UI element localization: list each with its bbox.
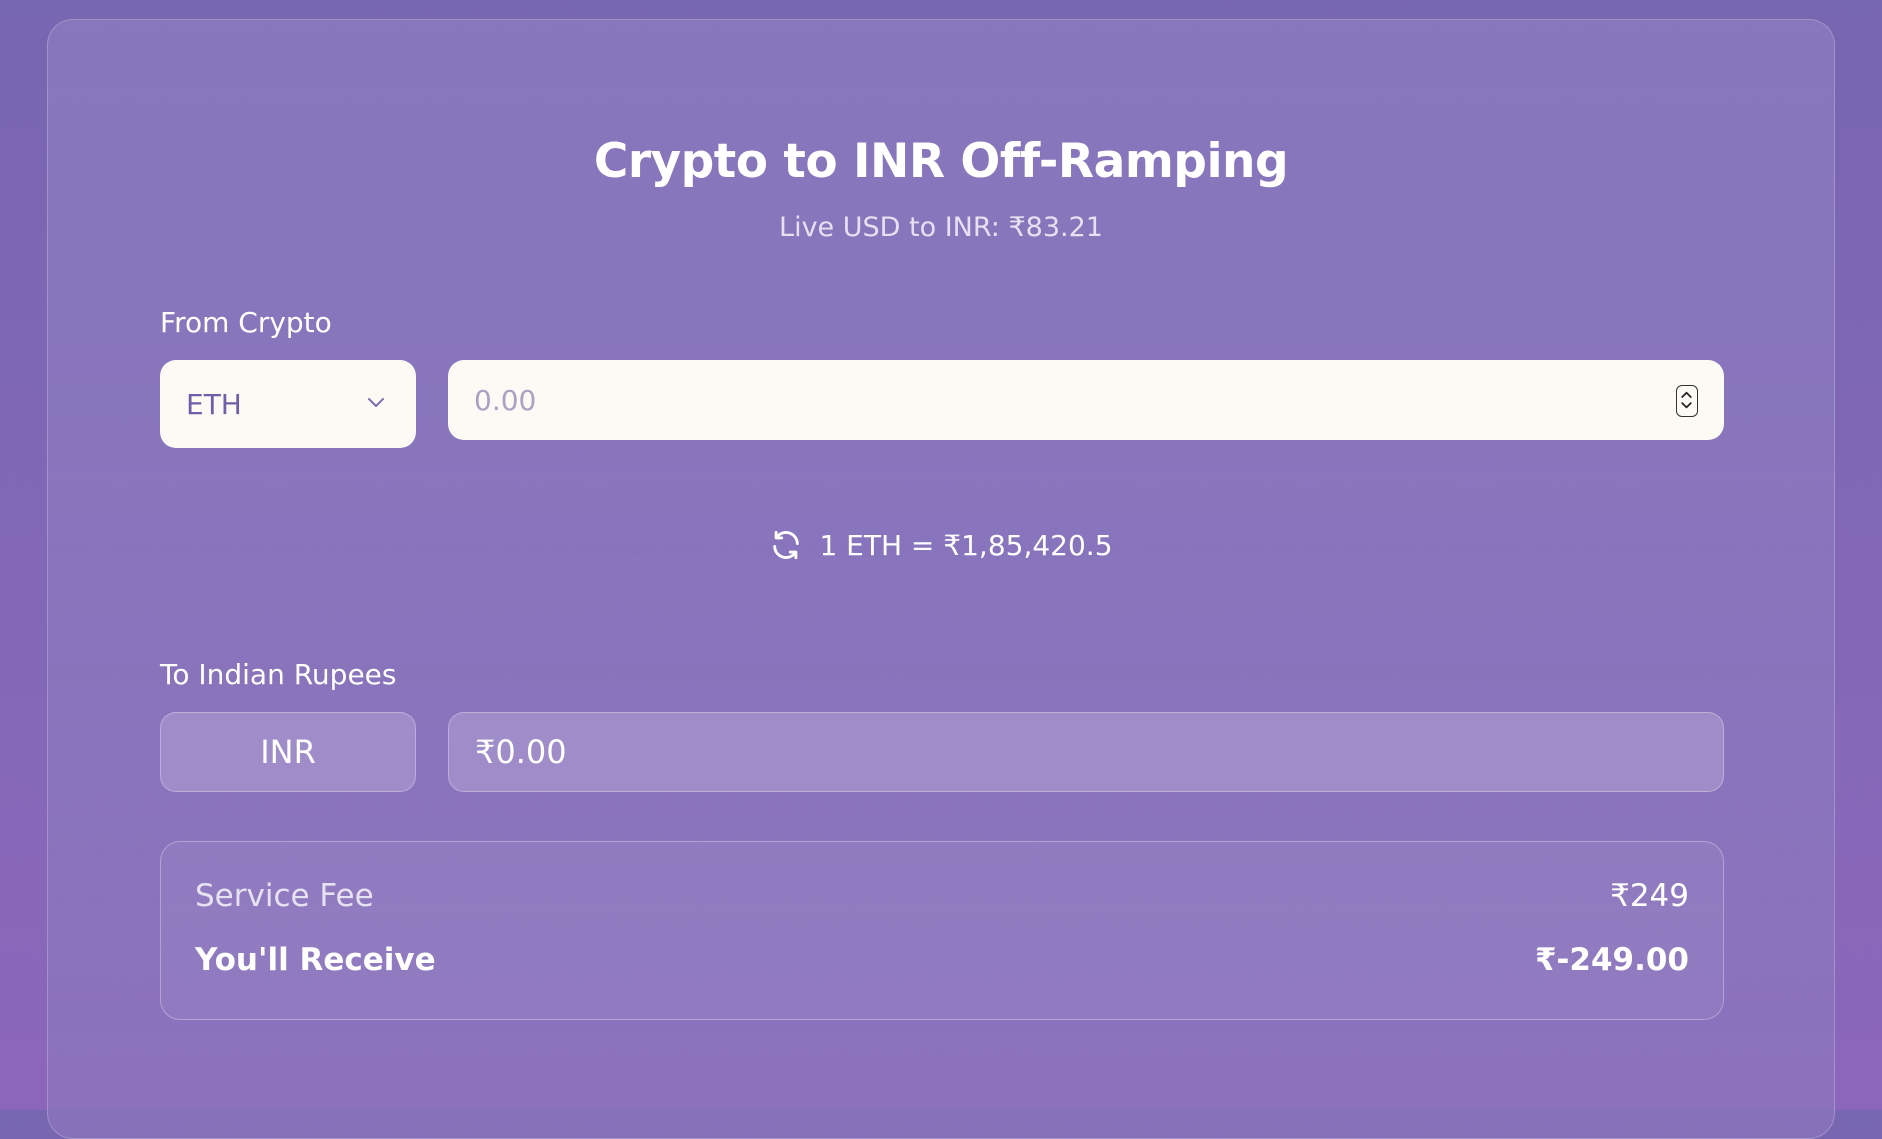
refresh-icon[interactable] xyxy=(769,528,803,562)
page-title: Crypto to INR Off-Ramping xyxy=(593,134,1289,189)
inr-currency-box: INR xyxy=(160,712,416,792)
crypto-select[interactable]: ETH xyxy=(160,360,416,448)
service-fee-row: Service Fee ₹249 xyxy=(195,878,1689,914)
receive-label: You'll Receive xyxy=(195,942,436,978)
chevron-down-icon xyxy=(368,398,384,407)
from-crypto-label: From Crypto xyxy=(160,306,332,339)
service-fee-value: ₹249 xyxy=(1610,878,1689,914)
receive-value: ₹-249.00 xyxy=(1534,942,1689,978)
receive-row: You'll Receive ₹-249.00 xyxy=(195,942,1689,978)
inr-amount-output: ₹0.00 xyxy=(448,712,1724,792)
number-stepper[interactable] xyxy=(1676,385,1698,417)
conversion-rate-text: 1 ETH = ₹1,85,420.5 xyxy=(819,528,1113,562)
fee-summary: Service Fee ₹249 You'll Receive ₹-249.00 xyxy=(160,841,1724,1020)
crypto-amount-placeholder: 0.00 xyxy=(474,383,537,417)
stepper-arrows-icon xyxy=(1681,391,1692,409)
inr-amount-value: ₹0.00 xyxy=(475,733,567,771)
inr-currency-label: INR xyxy=(260,733,316,771)
to-inr-label: To Indian Rupees xyxy=(160,658,397,691)
crypto-select-value: ETH xyxy=(186,387,242,421)
live-rate-text: Live USD to INR: ₹83.21 xyxy=(779,212,1103,243)
service-fee-label: Service Fee xyxy=(195,878,374,914)
crypto-amount-input[interactable]: 0.00 xyxy=(448,360,1724,440)
conversion-rate: 1 ETH = ₹1,85,420.5 xyxy=(0,528,1882,562)
